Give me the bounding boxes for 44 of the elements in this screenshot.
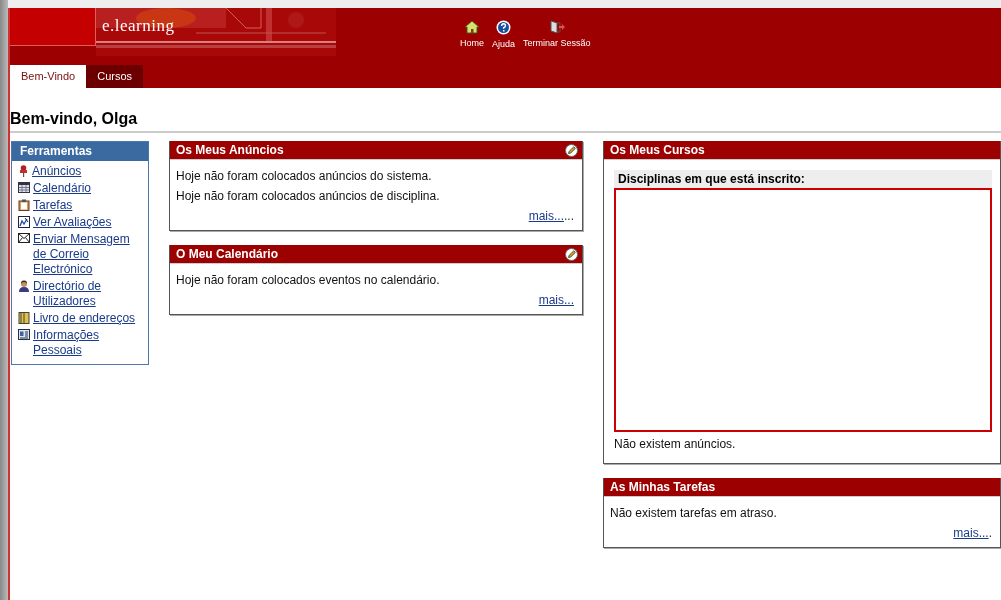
logo-text: e.learning [102,16,175,36]
tab[interactable]: Cursos [86,65,144,88]
more-link[interactable]: mais... [953,526,989,540]
card-icon [18,329,30,340]
envelope-icon [18,233,30,243]
sidebar-link[interactable]: Directório de Utilizadores [33,279,144,309]
sidebar-link[interactable]: Tarefas [33,198,73,213]
calendar-icon [18,182,30,193]
panel-title: Os Meus Anúncios [176,143,284,157]
pin-icon [18,165,29,177]
chart-icon [18,216,30,228]
help-link[interactable]: Ajuda [492,20,516,49]
sidebar-link[interactable]: Anúncios [32,164,82,179]
course-list-heading: Disciplinas em que está inscrito: [614,170,992,188]
panel-message: Não existem tarefas em atraso. [610,505,778,522]
tab[interactable]: Bem-Vindo [10,65,87,88]
help-icon [496,20,512,35]
panel-message: Hoje não foram colocados anúncios de disciplina. [176,188,441,205]
sidebar-link[interactable]: Ver Avaliações [33,215,112,230]
home-link[interactable]: Home [460,20,484,48]
person-icon [18,280,30,292]
sidebar-title: Ferramentas [12,142,148,161]
page-title: Bem-vindo, Olga [10,110,1001,133]
panel-message: Hoje não foram colocados eventos no calendário. [176,272,441,289]
more-link[interactable]: mais... [538,293,574,307]
sidebar-link[interactable]: Informações Pessoais [33,328,144,358]
edit-icon[interactable] [565,247,578,261]
book-icon [18,312,30,324]
panel-title: As Minhas Tarefas [610,480,716,494]
more-link[interactable]: mais... [528,209,564,223]
sidebar-link[interactable]: Livro de endereços [33,311,136,326]
ellipsis-text: . [988,526,992,540]
door-icon [548,20,565,34]
panel-title: O Meu Calendário [176,247,279,261]
panel-message: Não existem anúncios. [613,436,737,453]
house-icon [464,20,480,34]
panel-title: Os Meus Cursos [610,143,705,157]
logout-link[interactable]: Terminar Sessão [523,20,591,48]
ellipsis-text: ... [564,209,574,223]
edit-icon[interactable] [565,143,578,157]
panel-message: Hoje não foram colocados anúncios do sistema. [176,168,433,185]
sidebar-link[interactable]: Calendário [33,181,92,196]
sidebar-link[interactable]: Enviar Mensagem de Correio Electrónico [33,232,144,277]
clipboard-icon [18,199,30,211]
